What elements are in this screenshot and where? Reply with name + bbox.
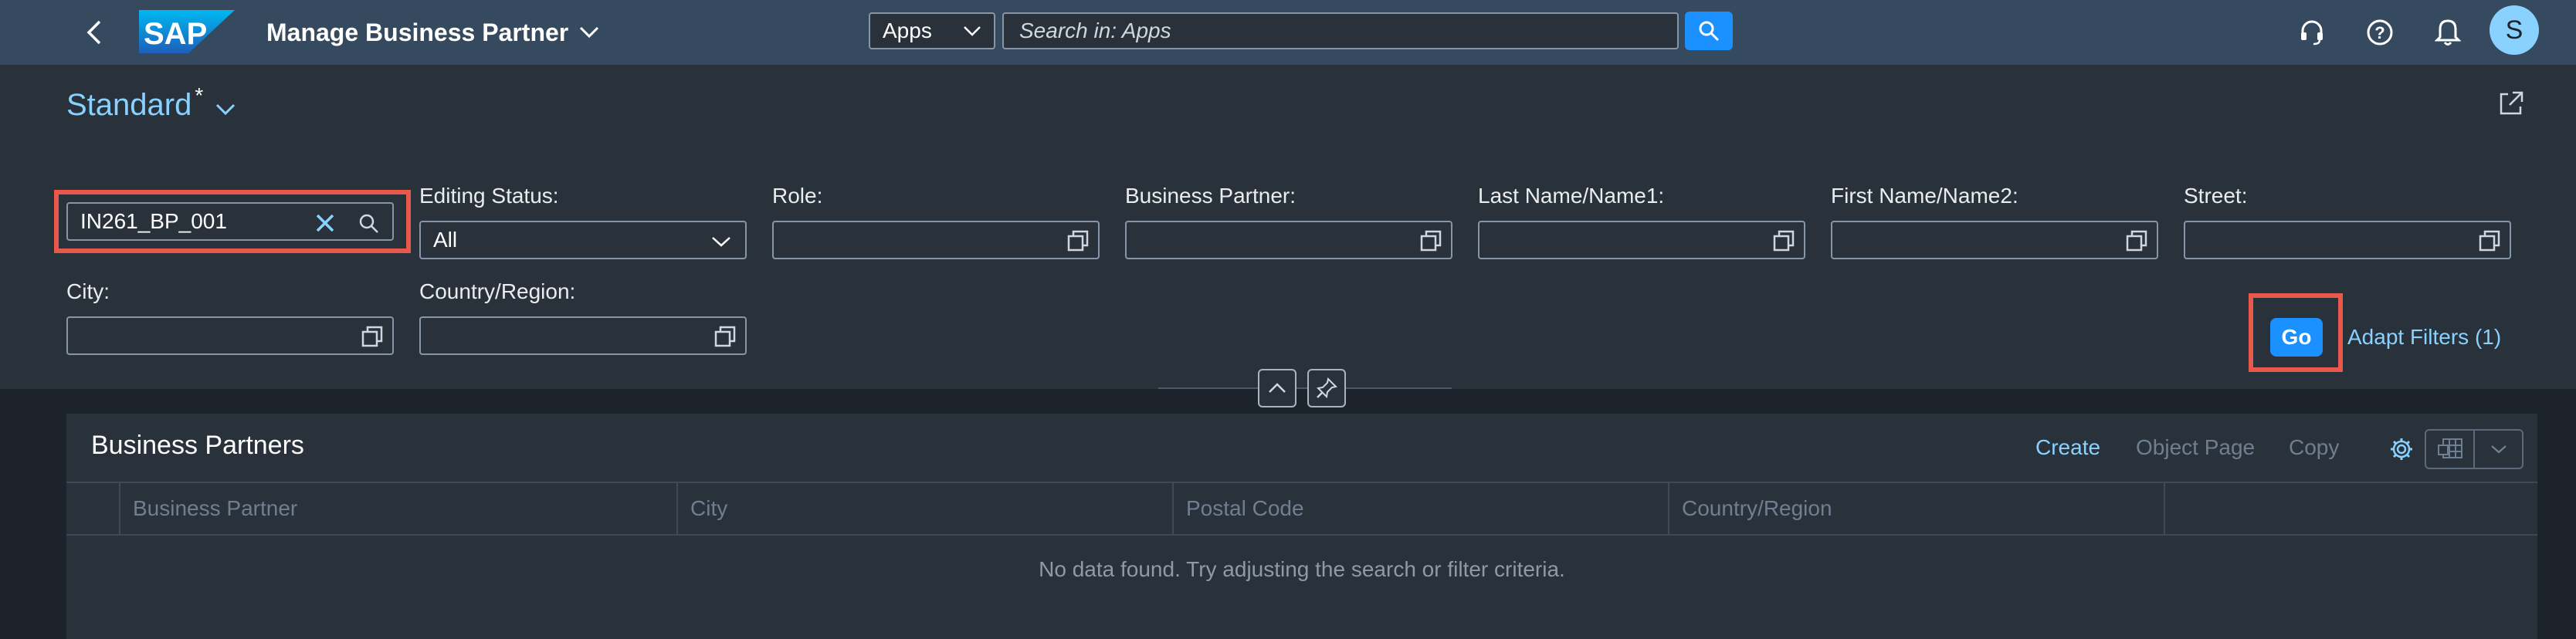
editing-status-value: All — [433, 228, 458, 252]
chevron-down-icon — [216, 103, 236, 116]
pin-icon — [1316, 377, 1337, 399]
svg-text:SAP: SAP — [144, 17, 207, 51]
value-help-icon[interactable] — [2126, 230, 2147, 252]
table-settings-button[interactable] — [2386, 434, 2417, 465]
basic-search-value: IN261_BP_001 — [80, 209, 227, 233]
first-name-field[interactable] — [1831, 221, 2158, 259]
chevron-down-icon — [712, 237, 730, 247]
svg-text:?: ? — [2374, 23, 2384, 42]
value-help-icon[interactable] — [1067, 230, 1089, 252]
gear-icon — [2391, 438, 2412, 460]
last-name-label: Last Name/Name1: — [1478, 184, 1665, 208]
street-label: Street: — [2184, 184, 2248, 208]
variant-name: Standard — [66, 88, 192, 122]
business-partner-label: Business Partner: — [1125, 184, 1296, 208]
back-button[interactable] — [77, 15, 111, 49]
editing-status-label: Editing Status: — [419, 184, 559, 208]
chevron-down-icon — [580, 26, 599, 39]
value-help-icon[interactable] — [1773, 230, 1795, 252]
search-button[interactable] — [1685, 12, 1733, 50]
value-help-icon[interactable] — [361, 326, 383, 347]
chevron-down-icon — [2490, 445, 2507, 454]
chevron-left-icon — [86, 20, 101, 45]
collapse-header-button[interactable] — [1258, 369, 1296, 407]
column-postal-code[interactable]: Postal Code — [1174, 483, 1669, 534]
chevron-up-icon — [1269, 383, 1286, 393]
copy-button[interactable]: Copy — [2289, 435, 2339, 460]
city-field[interactable] — [66, 316, 394, 355]
share-icon[interactable] — [2494, 86, 2528, 120]
bell-icon[interactable] — [2431, 15, 2465, 49]
basic-search-field[interactable]: IN261_BP_001 — [66, 202, 394, 241]
search-scope-select[interactable]: Apps — [869, 12, 995, 49]
app-title-menu[interactable]: Manage Business Partner — [266, 15, 599, 49]
search-icon — [1699, 21, 1720, 42]
last-name-field[interactable] — [1478, 221, 1805, 259]
variant-selector[interactable]: Standard * — [66, 83, 236, 123]
search-scope-value: Apps — [883, 19, 932, 42]
go-button[interactable]: Go — [2270, 318, 2323, 357]
filter-header: Standard * IN261_BP_001 Editing Status: … — [0, 65, 2576, 389]
export-button[interactable] — [2426, 431, 2475, 468]
street-field[interactable] — [2184, 221, 2511, 259]
no-data-text: No data found. Try adjusting the search … — [1039, 557, 1565, 581]
column-city[interactable]: City — [678, 483, 1174, 534]
business-partners-table: Business Partners Create Object Page Cop… — [66, 414, 2537, 639]
table-title: Business Partners — [91, 431, 304, 460]
shell-bar: SAP Manage Business Partner Apps ? S — [0, 0, 2576, 65]
first-name-label: First Name/Name2: — [1831, 184, 2018, 208]
header-divider — [1158, 387, 1452, 389]
search-input[interactable] — [1019, 19, 1662, 43]
chevron-down-icon — [964, 26, 981, 36]
search-icon[interactable] — [358, 213, 380, 235]
sap-logo[interactable]: SAP — [139, 10, 235, 53]
value-help-icon[interactable] — [2479, 230, 2500, 252]
pin-header-button[interactable] — [1307, 369, 1346, 407]
country-region-field[interactable] — [419, 316, 747, 355]
app-title: Manage Business Partner — [266, 18, 569, 46]
export-button-group — [2425, 429, 2523, 469]
city-label: City: — [66, 279, 110, 303]
role-field[interactable] — [772, 221, 1100, 259]
business-partner-field[interactable] — [1125, 221, 1452, 259]
object-page-button[interactable]: Object Page — [2136, 435, 2255, 460]
country-region-label: Country/Region: — [419, 279, 576, 303]
variant-modified-marker: * — [195, 83, 204, 107]
table-column-header: Business Partner City Postal Code Countr… — [66, 482, 2537, 536]
column-country-region[interactable]: Country/Region — [1669, 483, 2165, 534]
spreadsheet-icon — [2437, 438, 2462, 458]
create-button[interactable]: Create — [2035, 435, 2100, 460]
value-help-icon[interactable] — [1420, 230, 1442, 252]
export-menu-button[interactable] — [2475, 431, 2522, 468]
editing-status-select[interactable]: All — [419, 221, 747, 259]
adapt-filters-link[interactable]: Adapt Filters (1) — [2347, 325, 2501, 350]
search-field — [1002, 12, 1679, 49]
column-business-partner[interactable]: Business Partner — [120, 483, 678, 534]
help-icon[interactable]: ? — [2363, 15, 2397, 49]
headset-icon[interactable] — [2295, 15, 2329, 49]
clear-icon[interactable] — [315, 213, 335, 233]
selection-column — [66, 483, 120, 534]
avatar[interactable]: S — [2490, 5, 2539, 55]
value-help-icon[interactable] — [714, 326, 736, 347]
role-label: Role: — [772, 184, 823, 208]
